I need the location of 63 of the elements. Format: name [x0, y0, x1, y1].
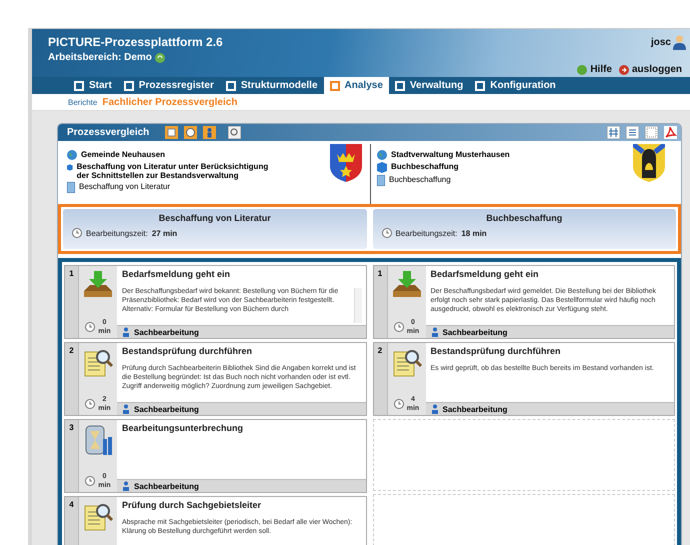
document-icon	[377, 175, 385, 186]
step-title: Prüfung durch Sachgebietsleiter	[122, 500, 262, 510]
step-number: 2	[69, 346, 74, 355]
cube-icon	[67, 162, 73, 173]
step-title: Bearbeitungsunterbrechung	[122, 423, 244, 433]
frame-icon[interactable]	[645, 126, 658, 139]
variant-name: Buchbeschaffung	[389, 175, 451, 184]
step-title: Bedarfsmeldung geht ein	[122, 269, 232, 279]
workspace-label: Arbeitsbereich: Demo	[48, 52, 152, 63]
coat-of-arms-icon	[330, 144, 362, 182]
globe-icon	[377, 150, 387, 160]
variant-name: Beschaffung von Literatur	[79, 182, 170, 191]
pdf-icon[interactable]	[664, 126, 677, 139]
process-title: Buchbeschaffung	[486, 213, 562, 223]
cube-icon	[377, 162, 387, 173]
nav-tab[interactable]: Analyse	[324, 77, 389, 94]
time-value: 18 min	[461, 228, 487, 238]
scrollbar[interactable]	[354, 288, 362, 323]
user-icon[interactable]	[673, 35, 686, 50]
nav-tab[interactable]: Strukturmodelle	[220, 77, 324, 94]
nav-tab[interactable]: Start	[68, 77, 118, 94]
app-title: PICTURE-Prozessplattform 2.6	[48, 35, 223, 49]
hourglass-icon	[83, 425, 113, 457]
time-value: 27 min	[152, 228, 178, 238]
role-name: Sachbearbeitung	[134, 328, 199, 336]
document-search-icon	[83, 502, 113, 532]
panel-title: Prozessvergleich	[67, 127, 150, 138]
step-number: 3	[69, 423, 74, 432]
step-title: Bestandsprüfung durchführen	[430, 346, 562, 356]
role-name: Sachbearbeitung	[442, 404, 508, 414]
role-name: Sachbearbeitung	[134, 482, 199, 490]
globe-icon	[67, 150, 77, 160]
step-title: Bestandsprüfung durchführen	[122, 346, 253, 356]
refresh-icon[interactable]	[154, 52, 165, 62]
grid-icon[interactable]	[607, 126, 620, 139]
logout-icon[interactable]	[618, 64, 629, 74]
step-title: Bedarfsmeldung geht ein	[430, 269, 540, 279]
help-link[interactable]: Hilfe	[590, 64, 612, 75]
user-name: josc	[650, 37, 671, 48]
nav-tab[interactable]: Konfiguration	[469, 77, 562, 94]
step-number: 2	[378, 346, 382, 355]
step-number: 4	[69, 500, 74, 509]
role-name: Sachbearbeitung	[134, 404, 199, 414]
document-search-icon	[392, 348, 422, 378]
nav-tab[interactable]: Verwaltung	[388, 77, 470, 94]
logout-link[interactable]: ausloggen	[632, 64, 682, 75]
organisation-name: Gemeinde Neuhausen	[81, 150, 166, 159]
process-name: Buchbeschaffung	[391, 162, 459, 171]
nav-tab[interactable]: Prozessregister	[118, 77, 220, 94]
coat-of-arms-icon	[633, 144, 665, 182]
process-name: Beschaffung von Literatur unter Berücksichtigung der Schnittstellen zur Bestandsverwaltung	[76, 162, 270, 180]
step-number: 1	[378, 269, 382, 278]
document-search-icon	[83, 348, 113, 378]
page-heading: Fachlicher Prozessvergleich	[102, 96, 238, 108]
time-label: Bearbeitungszeit:	[86, 228, 148, 238]
time-label: Bearbeitungszeit:	[396, 228, 458, 238]
breadcrumb-link[interactable]: Berichte	[68, 98, 98, 106]
organisation-name: Stadtverwaltung Musterhausen	[391, 150, 510, 159]
process-title: Beschaffung von Literatur	[158, 213, 271, 223]
step-number: 1	[69, 269, 74, 278]
document-icon	[67, 182, 75, 193]
list-icon[interactable]	[626, 126, 639, 139]
role-name: Sachbearbeitung	[442, 328, 508, 336]
